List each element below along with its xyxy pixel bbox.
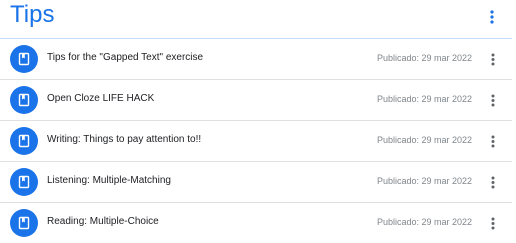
- header-more-button[interactable]: [480, 5, 504, 29]
- item-more-button[interactable]: [482, 211, 504, 235]
- item-title: Reading: Multiple-Choice: [47, 216, 159, 227]
- page-header: Tips: [0, 0, 516, 38]
- item-more-button[interactable]: [482, 170, 504, 194]
- page-title: Tips: [10, 1, 55, 28]
- assignment-book-icon: [10, 45, 38, 73]
- item-title: Open Cloze LIFE HACK: [47, 93, 155, 104]
- assignment-book-icon: [10, 209, 38, 237]
- item-more-button[interactable]: [482, 129, 504, 153]
- item-date: Publicado: 29 mar 2022: [376, 176, 472, 186]
- assignment-book-icon: [10, 86, 38, 114]
- assignment-book-icon: [10, 168, 38, 196]
- item-title: Writing: Things to pay attention to!!: [47, 134, 202, 145]
- item-date: Publicado: 29 mar 2022: [376, 94, 472, 104]
- item-date: Publicado: 29 mar 2022: [376, 217, 472, 227]
- item-title: Tips for the "Gapped Text" exercise: [47, 52, 204, 63]
- topic-list: Tips for the "Gapped Text" exercise Publ…: [0, 39, 516, 243]
- more-vert-icon: [491, 217, 495, 229]
- item-title: Listening: Multiple-Matching: [47, 175, 171, 186]
- list-item[interactable]: Listening: Multiple-Matching Publicado: …: [0, 162, 512, 203]
- list-item[interactable]: Open Cloze LIFE HACK Publicado: 29 mar 2…: [0, 80, 512, 121]
- list-item[interactable]: Writing: Things to pay attention to!! Pu…: [0, 121, 512, 162]
- list-item[interactable]: Reading: Multiple-Choice Publicado: 29 m…: [0, 203, 512, 243]
- more-vert-icon: [491, 53, 495, 65]
- more-vert-icon: [491, 135, 495, 147]
- assignment-book-icon: [10, 127, 38, 155]
- list-item[interactable]: Tips for the "Gapped Text" exercise Publ…: [0, 39, 512, 80]
- item-more-button[interactable]: [482, 47, 504, 71]
- item-date: Publicado: 29 mar 2022: [376, 53, 472, 63]
- more-vert-icon: [491, 94, 495, 106]
- item-more-button[interactable]: [482, 88, 504, 112]
- more-vert-icon: [490, 10, 494, 24]
- more-vert-icon: [491, 176, 495, 188]
- item-date: Publicado: 29 mar 2022: [376, 135, 472, 145]
